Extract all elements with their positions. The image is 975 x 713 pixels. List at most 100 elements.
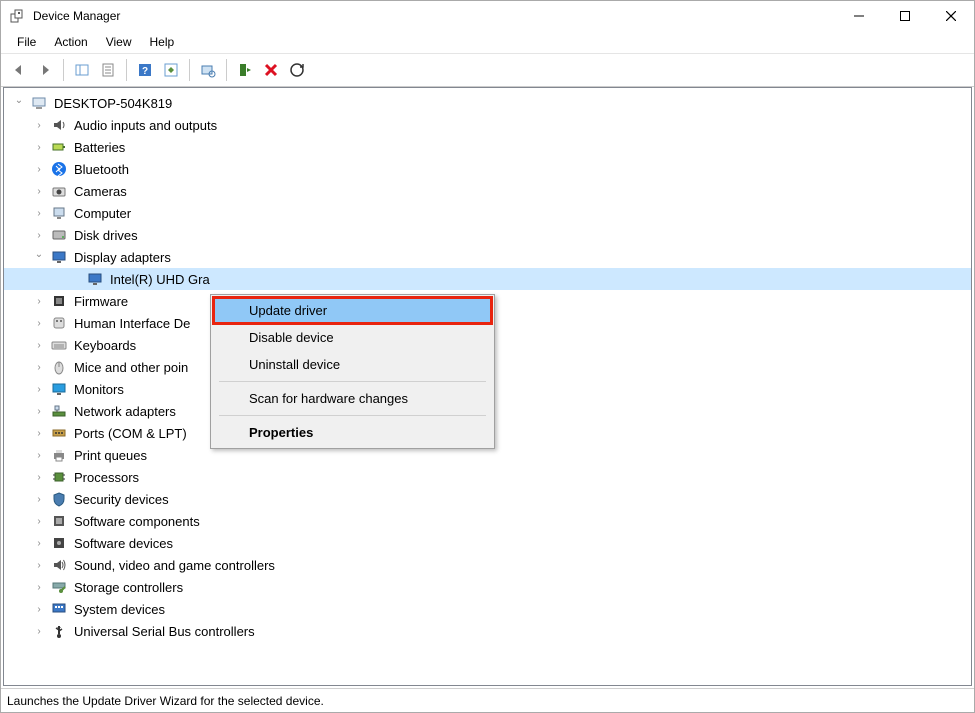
display-icon [50,248,68,266]
properties-button[interactable] [96,58,120,82]
ctx-disable-device[interactable]: Disable device [213,324,492,351]
port-icon [50,424,68,442]
chevron-right-icon[interactable]: › [32,470,46,484]
chevron-right-icon[interactable]: › [32,492,46,506]
chevron-right-icon[interactable]: › [32,580,46,594]
back-button[interactable] [7,58,31,82]
ctx-update-driver[interactable]: Update driver [213,297,492,324]
tree-category-sound[interactable]: › Sound, video and game controllers [4,554,971,576]
tree-category-security[interactable]: › Security devices [4,488,971,510]
uninstall-device-button[interactable] [259,58,283,82]
storage-icon [50,578,68,596]
printer-icon [50,446,68,464]
titlebar: Device Manager [1,1,974,31]
chevron-right-icon[interactable]: › [32,316,46,330]
tree-root-node[interactable]: ⌄DESKTOP-504K819 [4,92,971,114]
ctx-properties[interactable]: Properties [213,419,492,446]
cpu-icon [50,468,68,486]
menu-help[interactable]: Help [142,33,183,51]
chevron-right-icon[interactable]: › [32,624,46,638]
tree-category-battery[interactable]: › Batteries [4,136,971,158]
tree-category-camera[interactable]: ›Cameras [4,180,971,202]
chevron-right-icon[interactable]: › [32,558,46,572]
tree-category-audio[interactable]: ›Audio inputs and outputs [4,114,971,136]
computer-icon [30,94,48,112]
tree-category-usb[interactable]: › Universal Serial Bus controllers [4,620,971,642]
tree-node-label: Network adapters [74,404,176,419]
tree-category-disk[interactable]: ›Disk drives [4,224,971,246]
chevron-down-icon[interactable]: ⌄ [32,247,46,261]
tree-node-label: Processors [74,470,139,485]
chevron-down-icon[interactable]: ⌄ [12,93,26,107]
help-button[interactable]: ? [133,58,157,82]
maximize-button[interactable] [882,1,928,31]
chevron-right-icon[interactable]: › [32,426,46,440]
hid-icon [50,314,68,332]
ctx-scan-hardware[interactable]: Scan for hardware changes [213,385,492,412]
tree-node-label: Sound, video and game controllers [74,558,275,573]
context-menu: Update driver Disable device Uninstall d… [210,294,495,449]
chevron-right-icon[interactable]: › [32,404,46,418]
chevron-right-icon[interactable]: › [32,536,46,550]
update-driver-button[interactable] [159,58,183,82]
swdev-icon [50,534,68,552]
window-controls [836,1,974,31]
monitor-icon [50,380,68,398]
tree-category-system[interactable]: › System devices [4,598,971,620]
tree-node-label: Security devices [74,492,169,507]
window-title: Device Manager [33,9,120,23]
tree-category-swcomp[interactable]: › Software components [4,510,971,532]
camera-icon [50,182,68,200]
display-icon [86,270,104,288]
menu-action[interactable]: Action [46,33,95,51]
chevron-right-icon[interactable]: › [32,448,46,462]
tree-device-intel-uhd[interactable]: Intel(R) UHD Gra [4,268,971,290]
chevron-right-icon[interactable]: › [32,228,46,242]
chevron-right-icon[interactable]: › [32,140,46,154]
chevron-right-icon[interactable]: › [32,382,46,396]
menu-file[interactable]: File [9,33,44,51]
chevron-right-icon[interactable]: › [32,360,46,374]
statusbar: Launches the Update Driver Wizard for th… [1,688,974,712]
sound-icon [50,556,68,574]
tree-node-label: Universal Serial Bus controllers [74,624,255,639]
keyboard-icon [50,336,68,354]
tree-category-storage[interactable]: › Storage controllers [4,576,971,598]
tree-node-label: Print queues [74,448,147,463]
refresh-button[interactable] [285,58,309,82]
scan-hardware-button[interactable] [196,58,220,82]
menu-view[interactable]: View [98,33,140,51]
tree-category-pc[interactable]: ›Computer [4,202,971,224]
tree-node-label: Software components [74,514,200,529]
ctx-uninstall-device[interactable]: Uninstall device [213,351,492,378]
chevron-right-icon[interactable]: › [32,294,46,308]
tree-category-cpu[interactable]: › Processors [4,466,971,488]
tree-node-label: Display adapters [74,250,171,265]
show-hide-console-tree-button[interactable] [70,58,94,82]
tree-category-display[interactable]: ⌄ Display adapters [4,246,971,268]
chevron-right-icon[interactable]: › [32,602,46,616]
tree-node-label: Bluetooth [74,162,129,177]
chevron-right-icon[interactable]: › [32,118,46,132]
chevron-right-icon[interactable]: › [32,338,46,352]
enable-device-button[interactable] [233,58,257,82]
tree-node-label: Batteries [74,140,125,155]
tree-node-label: Storage controllers [74,580,183,595]
firmware-icon [50,292,68,310]
minimize-button[interactable] [836,1,882,31]
toolbar-separator [226,59,227,81]
chevron-right-icon[interactable]: › [32,162,46,176]
tree-category-bluetooth[interactable]: › Bluetooth [4,158,971,180]
forward-button[interactable] [33,58,57,82]
app-icon [9,8,25,24]
tree-category-swdev[interactable]: ›Software devices [4,532,971,554]
tree-node-label: Monitors [74,382,124,397]
tree-node-label: System devices [74,602,165,617]
tree-node-label: Firmware [74,294,128,309]
chevron-right-icon[interactable]: › [32,184,46,198]
toolbar-separator [189,59,190,81]
close-button[interactable] [928,1,974,31]
chevron-right-icon[interactable]: › [32,514,46,528]
battery-icon [50,138,68,156]
chevron-right-icon[interactable]: › [32,206,46,220]
